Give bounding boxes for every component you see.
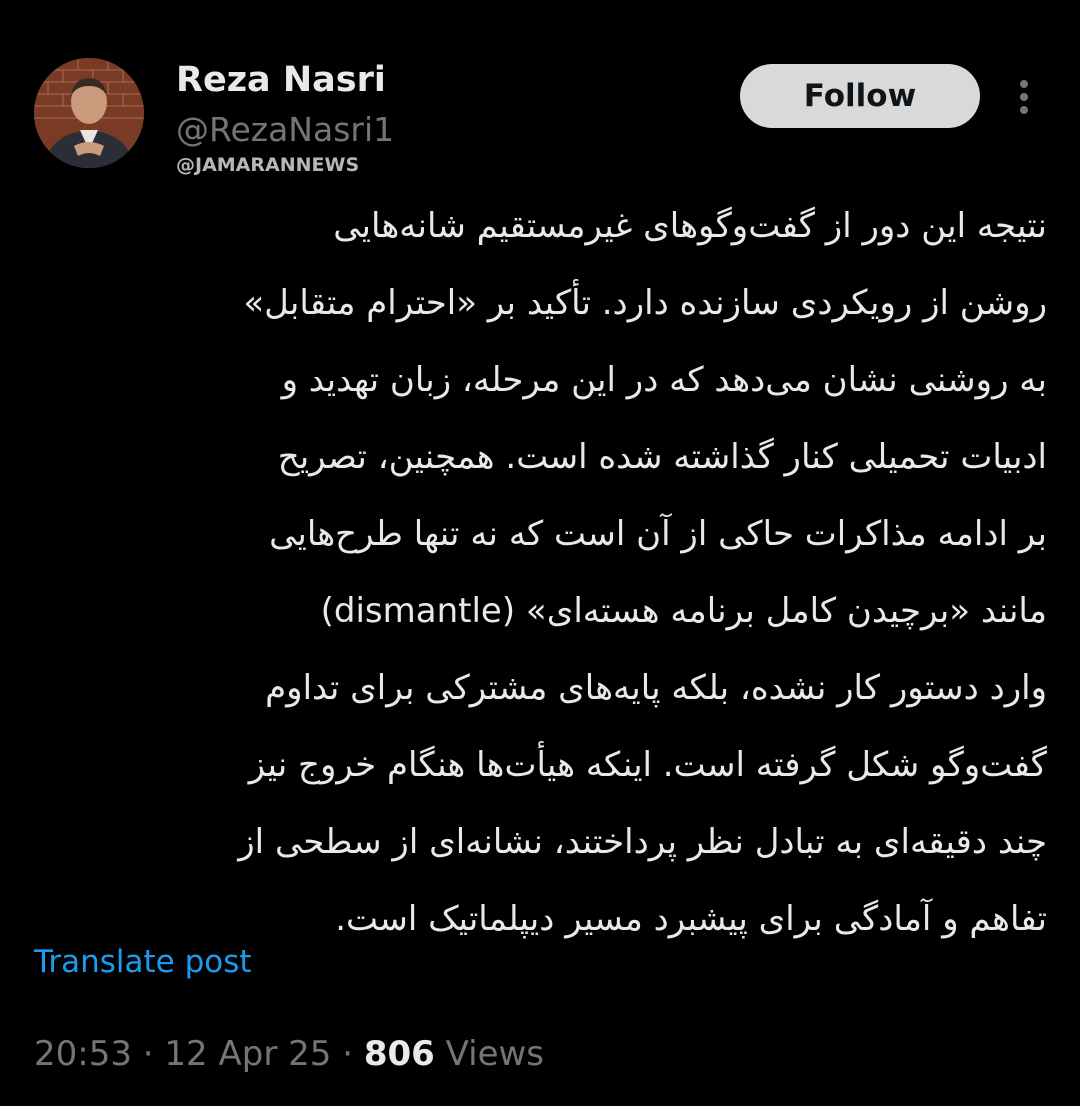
avatar[interactable] [34, 58, 144, 168]
tweet-text-line: نتیجه این دور از گفت‌وگوهای غیرمستقیم شا… [333, 206, 1047, 246]
tweet-text-line: روشن از رویکردی سازنده دارد. تأکید بر «ا… [243, 283, 1047, 323]
meta-separator: · [331, 1034, 364, 1074]
views-label: Views [434, 1034, 545, 1074]
follow-button[interactable]: Follow [740, 64, 980, 128]
views-count: 806 [363, 1034, 435, 1074]
tweet-text-line: چند دقیقه‌ای به تبادل نظر پرداختند، نشان… [238, 822, 1047, 862]
tweet-text-line: گفت‌وگو شکل گرفته است. اینکه هیأت‌ها هنگ… [248, 745, 1047, 785]
tweet-text-line: به روشنی نشان می‌دهد که در این مرحله، زب… [281, 360, 1047, 400]
more-options-button[interactable] [1004, 74, 1044, 120]
user-handle[interactable]: @RezaNasri1 [176, 108, 394, 152]
tweet-text: نتیجه این دور از گفت‌وگوهای غیرمستقیم شا… [30, 188, 1047, 958]
translate-post-link[interactable]: Translate post [34, 940, 252, 984]
tweet-card: Reza Nasri @RezaNasri1 @JAMARANNEWS Foll… [0, 0, 1080, 1106]
profile-photo-icon [34, 58, 144, 168]
watermark: @JAMARANNEWS [176, 154, 360, 176]
meta-separator: · [131, 1034, 165, 1074]
post-date[interactable]: 12 Apr 25 [164, 1034, 331, 1074]
tweet-text-line: مانند «برچیدن کامل برنامه هسته‌ای» (dism… [320, 591, 1047, 631]
post-meta: 20:53 · 12 Apr 25 · 806 Views [34, 1030, 544, 1078]
display-name[interactable]: Reza Nasri [176, 56, 386, 104]
post-time[interactable]: 20:53 [34, 1034, 132, 1074]
vertical-ellipsis-icon [1020, 80, 1028, 114]
tweet-text-line: بر ادامه مذاکرات حاکی از آن است که نه تن… [269, 514, 1047, 554]
tweet-text-line: وارد دستور کار نشده، بلکه پایه‌های مشترک… [265, 668, 1047, 708]
tweet-text-line: ادبیات تحمیلی کنار گذاشته شده است. همچنی… [277, 437, 1047, 477]
